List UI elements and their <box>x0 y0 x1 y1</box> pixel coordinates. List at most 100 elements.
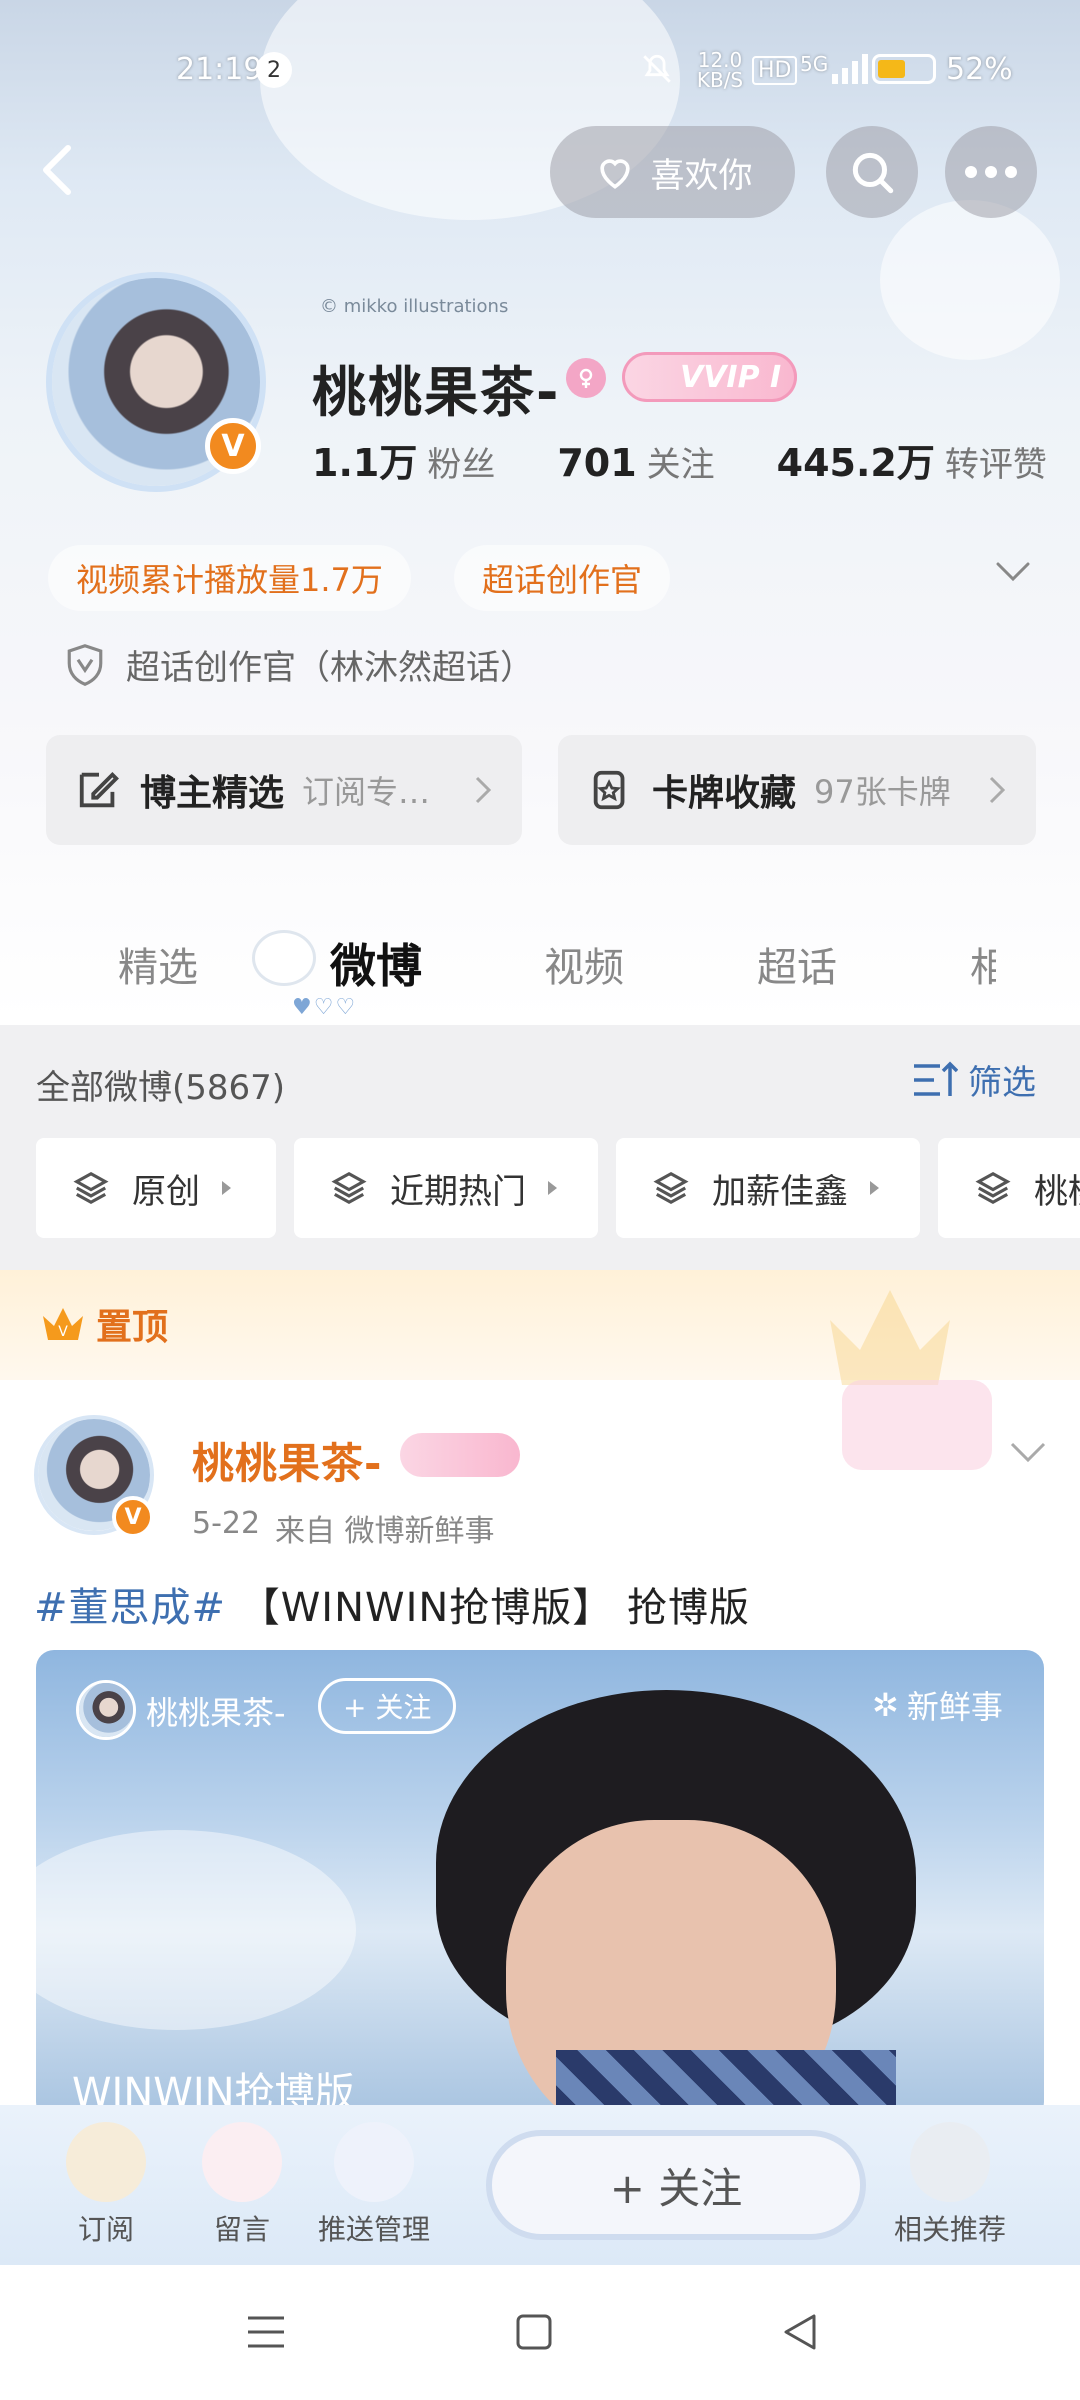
hd-indicator: HD <box>752 56 798 85</box>
signal-type: 5G <box>800 52 829 76</box>
post-author-name[interactable]: 桃桃果茶- <box>192 1430 382 1491</box>
layers-icon <box>975 1171 1011 1205</box>
post-verified-badge: V <box>112 1496 154 1538</box>
chevron-left-icon <box>43 145 71 195</box>
caret-right-icon <box>548 1181 557 1195</box>
chevron-down-icon <box>996 562 1030 582</box>
chevron-right-icon <box>475 776 492 804</box>
tab-mascot-icon <box>252 930 316 986</box>
battery-level <box>878 60 906 78</box>
layers-icon <box>73 1171 109 1205</box>
post-date: 5-22 <box>192 1506 261 1541</box>
follow-label: + 关注 <box>609 2163 743 2213</box>
post-menu-button[interactable] <box>1008 1440 1048 1468</box>
vip-label: VVIP I <box>680 359 782 395</box>
chevron-right-icon <box>989 776 1006 804</box>
menu-lines-icon <box>248 2316 284 2348</box>
post-media-image[interactable]: 桃桃果茶- + 关注 ✲ 新鲜事 WINWIN抢博版 <box>36 1650 1044 2120</box>
tab-video[interactable]: 视频 <box>544 935 624 993</box>
card-blogger-picks[interactable]: 博主精选 订阅专… <box>46 735 522 845</box>
related-recommend-button[interactable]: 相关推荐 <box>894 2122 1006 2248</box>
subscribe-button[interactable]: 订阅 <box>66 2122 146 2248</box>
more-dots-icon <box>965 166 1017 178</box>
like-you-button[interactable]: 喜欢你 <box>550 126 795 218</box>
square-icon <box>516 2314 552 2350</box>
shield-v-icon <box>67 643 103 686</box>
media-follow-button[interactable]: + 关注 <box>318 1678 457 1734</box>
post-text: #董思成# 【WINWIN抢博版】 抢博版 <box>34 1575 750 1633</box>
triangle-back-icon <box>784 2314 816 2350</box>
verified-v-badge: V <box>205 418 261 474</box>
profile-name: 桃桃果茶- <box>312 361 561 424</box>
identity-row[interactable]: 超话创作官（林沐然超话） <box>64 640 534 689</box>
layers-icon <box>653 1171 689 1205</box>
star-card-icon <box>593 770 625 810</box>
tag-video-plays[interactable]: 视频累计播放量1.7万 <box>48 545 411 611</box>
filter-chip-recent-hot[interactable]: 近期热门 <box>294 1138 598 1238</box>
tag-supertopic-creator[interactable]: 超话创作官 <box>454 545 671 611</box>
vvip-badge[interactable]: VVIP I <box>622 352 798 402</box>
back-button[interactable] <box>30 140 90 200</box>
recent-apps-button[interactable] <box>244 2312 288 2356</box>
battery-percent: 52% <box>946 52 1013 87</box>
hello-kitty-decoration <box>842 1380 992 1470</box>
bunny-mascot-icon <box>202 2122 282 2202</box>
profile-stats: 1.1万 粉丝 701 关注 445.2万 转评赞 <box>312 432 1047 487</box>
sparkle-icon: ✲ <box>872 1686 899 1724</box>
stat-followers[interactable]: 1.1万 粉丝 <box>312 432 495 487</box>
media-author-name: 桃桃果茶- <box>146 1694 286 1732</box>
filter-button[interactable]: 筛选 <box>912 1055 1036 1104</box>
signal-icon <box>830 52 870 88</box>
post-hashtag[interactable]: #董思成# <box>34 1585 226 1631</box>
layers-icon <box>331 1171 367 1205</box>
media-author-avatar <box>76 1680 136 1740</box>
bear-mascot-icon <box>66 2122 146 2202</box>
pinned-crown-decoration <box>820 1280 960 1390</box>
post-source: 来自 微博新鲜事 <box>275 1514 495 1549</box>
pen-check-icon <box>79 771 119 808</box>
push-settings-button[interactable]: 推送管理 <box>318 2122 430 2248</box>
like-you-label: 喜欢你 <box>650 155 753 196</box>
expand-tags-button[interactable] <box>994 560 1032 588</box>
search-button[interactable] <box>826 126 918 218</box>
caret-right-icon <box>222 1181 231 1195</box>
pinned-label: 置顶 <box>96 1307 169 1348</box>
tab-active-indicator: ♥♡♡ <box>292 995 358 1020</box>
svg-text:V: V <box>58 1324 68 1340</box>
caret-right-icon <box>870 1181 879 1195</box>
post-vip-badge <box>400 1433 520 1477</box>
chevron-down-icon <box>1010 1442 1046 1463</box>
home-button[interactable] <box>514 2312 554 2356</box>
message-button[interactable]: 留言 <box>202 2122 282 2248</box>
stat-following[interactable]: 701 关注 <box>557 437 714 486</box>
more-button[interactable] <box>945 126 1037 218</box>
filter-chip-original[interactable]: 原创 <box>36 1138 276 1238</box>
filter-chip-custom[interactable]: 加薪佳鑫 <box>616 1138 920 1238</box>
notification-count-badge: 2 <box>256 52 292 88</box>
status-time: 21:19 <box>176 52 263 87</box>
tab-featured[interactable]: 精选 <box>118 935 198 993</box>
all-weibo-count: 全部微博(5867) <box>36 1068 286 1108</box>
cat-mascot-icon <box>334 2122 414 2202</box>
post-body: 【WINWIN抢博版】 抢博版 <box>239 1585 751 1631</box>
hand-heart-icon <box>599 159 630 189</box>
follow-button[interactable]: + 关注 <box>486 2130 866 2240</box>
tab-weibo[interactable]: 微博 <box>330 930 422 996</box>
header-decoration-cat <box>880 200 1060 360</box>
identity-text: 超话创作官（林沐然超话） <box>126 648 534 688</box>
card-card-collection[interactable]: 卡牌收藏 97张卡牌 <box>558 735 1036 845</box>
filter-chip-more[interactable]: 桃桃 <box>938 1138 1080 1238</box>
tab-more-clipped[interactable]: 相 <box>970 935 996 993</box>
search-icon <box>852 152 894 194</box>
back-nav-button[interactable] <box>780 2312 820 2356</box>
illustration-credit: © mikko illustrations <box>320 296 509 317</box>
tab-supertopic[interactable]: 超话 <box>757 935 837 993</box>
stat-reposts-likes[interactable]: 445.2万 转评赞 <box>777 432 1047 487</box>
pinned-label-row: V 置顶 <box>40 1298 168 1350</box>
cloud-mascot-icon <box>910 2122 990 2202</box>
sort-filter-icon <box>914 1061 958 1096</box>
crown-icon: V <box>43 1308 83 1340</box>
filter-chip-row: 原创 近期热门 加薪佳鑫 桃桃 <box>36 1138 1080 1240</box>
battery-icon <box>872 54 936 84</box>
filter-label: 筛选 <box>968 1063 1036 1103</box>
